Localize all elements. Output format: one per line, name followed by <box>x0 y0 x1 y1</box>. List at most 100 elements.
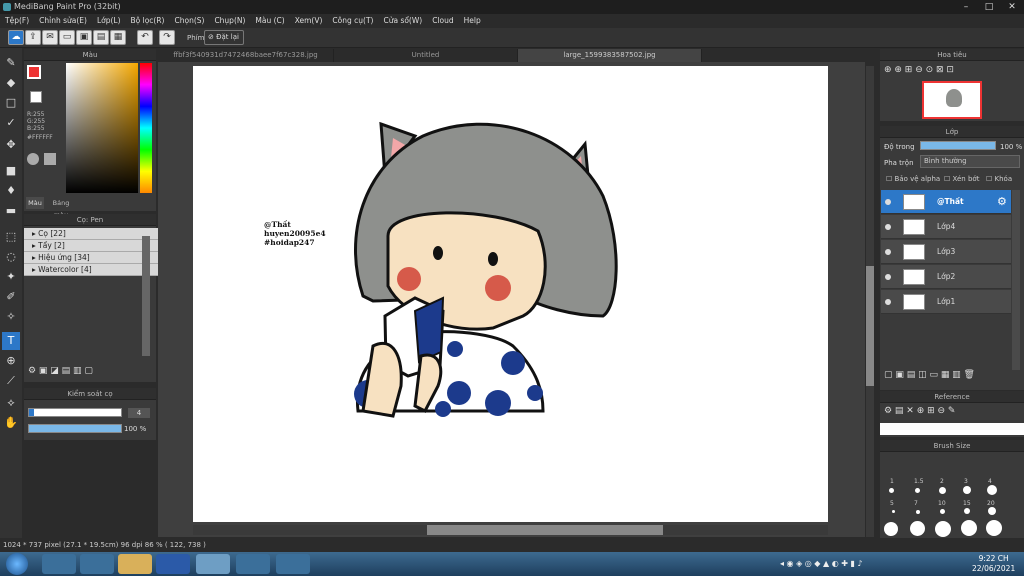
layer-row[interactable]: Lớp4 <box>881 215 1011 239</box>
menu-edit[interactable]: Chỉnh sửa(E) <box>34 14 92 28</box>
rgb-r: R:255 <box>27 111 45 118</box>
layer-row-selected[interactable]: @Thất ⚙ <box>881 190 1011 214</box>
primary-color-swatch[interactable] <box>27 65 41 79</box>
redo-icon[interactable]: ↷ <box>159 30 175 45</box>
visibility-icon[interactable] <box>885 249 891 255</box>
menu-cloud[interactable]: Cloud <box>427 14 458 28</box>
menu-capture[interactable]: Chụp(N) <box>209 14 250 28</box>
menu-help[interactable]: Help <box>459 14 486 28</box>
reset-button[interactable]: ⊘ Đặt lại <box>204 30 244 45</box>
gradient-tool-icon[interactable]: ▬ <box>2 202 20 220</box>
hand-tool-icon[interactable]: ✋ <box>2 414 20 432</box>
layer-opacity-slider[interactable] <box>920 141 996 150</box>
comment-icon[interactable]: ✉ <box>42 30 58 45</box>
taskbar-paint-icon[interactable] <box>236 554 270 574</box>
menu-color[interactable]: Màu (C) <box>250 14 289 28</box>
vertical-scrollbar[interactable] <box>866 66 874 537</box>
menu-select[interactable]: Chọn(S) <box>169 14 209 28</box>
taskbar-ie-icon[interactable] <box>42 554 76 574</box>
layer-row[interactable]: Lớp1 <box>881 290 1011 314</box>
menu-view[interactable]: Xem(V) <box>290 14 328 28</box>
taskbar-app-icon[interactable] <box>80 554 114 574</box>
select-eraser-icon[interactable]: ✧ <box>2 308 20 326</box>
brush-size-grid[interactable]: 1 1.5 2 3 4 5 7 10 15 20 <box>880 452 1024 538</box>
visibility-icon[interactable] <box>885 199 891 205</box>
horizontal-scrollbar[interactable] <box>193 525 828 535</box>
tab-document-2[interactable]: Untitled <box>334 49 518 62</box>
eyedropper-icon[interactable]: ⟡ <box>2 394 20 412</box>
tab-document-1[interactable]: ffbf3f540931d7472468baee7f67c328.jpg <box>158 49 334 62</box>
saturation-picker[interactable] <box>66 63 138 193</box>
select-pen-icon[interactable]: ✐ <box>2 288 20 306</box>
palette-icon[interactable] <box>27 153 39 165</box>
menu-tools[interactable]: Công cụ(T) <box>327 14 378 28</box>
fill-rect-icon[interactable]: ■ <box>2 162 20 180</box>
close-button[interactable]: ✕ <box>1001 0 1023 14</box>
clipping-checkbox[interactable]: ☐ Xén bớt <box>944 175 979 183</box>
text-tool-icon[interactable]: T <box>2 332 20 350</box>
color-panel-title: Màu <box>24 49 156 61</box>
menu-filter[interactable]: Bộ lọc(R) <box>126 14 170 28</box>
layer-tools-row[interactable]: ▢ ▣ ▤ ◫ ▭ ▦ ▥ 🗑 <box>884 370 975 380</box>
layer-row[interactable]: Lớp2 <box>881 265 1011 289</box>
pen-tool-icon[interactable]: ✎ <box>2 54 20 72</box>
move-tool-icon[interactable]: ✥ <box>2 136 20 154</box>
protect-alpha-checkbox[interactable]: ☐ Bảo vệ alpha <box>886 175 940 183</box>
reference-view[interactable] <box>880 423 1024 435</box>
bucket-tool-icon[interactable]: ♦ <box>2 182 20 200</box>
navigator-thumbnail[interactable] <box>922 81 982 119</box>
taskbar-folder-icon[interactable] <box>118 554 152 574</box>
menu-file[interactable]: Tệp(F) <box>0 14 34 28</box>
navigator-zoom-buttons[interactable]: ⊕ ⊕ ⊞ ⊖ ⊙ ⊠ ⊡ <box>884 65 954 75</box>
save-icon[interactable]: ▣ <box>76 30 92 45</box>
brush-opacity-slider[interactable] <box>28 424 122 433</box>
grid-icon[interactable]: ▦ <box>110 30 126 45</box>
taskbar-medibang-icon[interactable] <box>276 554 310 574</box>
visibility-icon[interactable] <box>885 224 891 230</box>
layer-row[interactable]: Lớp3 <box>881 240 1011 264</box>
reference-tools-row[interactable]: ⚙ ▤ ✕ ⊕ ⊞ ⊖ ✎ <box>884 406 955 416</box>
export-icon[interactable]: ⇪ <box>25 30 41 45</box>
menu-layer[interactable]: Lớp(L) <box>92 14 126 28</box>
taskbar-word-icon[interactable] <box>156 554 190 574</box>
eyedrop-color-icon[interactable] <box>44 153 56 165</box>
undo-icon[interactable]: ↶ <box>137 30 153 45</box>
start-button[interactable] <box>6 553 28 575</box>
layer-thumbnail <box>903 219 925 235</box>
dot-pen-icon[interactable]: ✓ <box>2 114 20 132</box>
brush-size-slider[interactable] <box>28 408 122 417</box>
drawing-canvas[interactable]: @Thất huyen20095e4 #hoidap247 <box>193 66 828 522</box>
settings-gear-icon[interactable]: ⚙ <box>997 195 1007 208</box>
select-tool-icon[interactable]: ⬚ <box>2 228 20 246</box>
tab-document-3[interactable]: large_1599383587502.jpg <box>518 49 702 62</box>
magic-wand-icon[interactable]: ✦ <box>2 268 20 286</box>
layer-scrollbar[interactable] <box>1012 190 1020 370</box>
blend-mode-select[interactable]: Bình thường <box>920 155 1020 168</box>
layer-name: Lớp2 <box>937 272 956 281</box>
tray-icons[interactable]: ◂ ◉ ◈ ◎ ◆ ▲ ◐ ✚ ▮ ♪ <box>780 559 863 568</box>
hue-slider[interactable] <box>140 63 152 193</box>
color-panel: Màu R:255 G:255 B:255 #FFFFFF Màu Bảng m… <box>24 49 156 219</box>
operation-tool-icon[interactable]: ⊕ <box>2 352 20 370</box>
brush-size-value[interactable]: 4 <box>128 408 150 418</box>
lock-checkbox[interactable]: ☐ Khóa <box>986 175 1012 183</box>
lasso-tool-icon[interactable]: ◌ <box>2 248 20 266</box>
visibility-icon[interactable] <box>885 299 891 305</box>
visibility-icon[interactable] <box>885 274 891 280</box>
chat-icon[interactable]: ▭ <box>59 30 75 45</box>
rectangle-tool-icon[interactable]: □ <box>2 94 20 112</box>
document-icon[interactable]: ▤ <box>93 30 109 45</box>
brush-tools-row[interactable]: ⚙ ▣ ◪ ▤ ▥ ▢ <box>28 366 93 376</box>
cloud-icon[interactable]: ☁ <box>8 30 24 45</box>
brush-scrollbar[interactable] <box>142 236 150 356</box>
taskbar-chrome-icon[interactable] <box>196 554 230 574</box>
menu-window[interactable]: Cửa sổ(W) <box>378 14 427 28</box>
eraser-tool-icon[interactable]: ◆ <box>2 74 20 92</box>
maximize-button[interactable]: □ <box>978 0 1000 14</box>
minimize-button[interactable]: – <box>955 0 977 14</box>
tab-color[interactable]: Màu <box>26 197 44 209</box>
divide-tool-icon[interactable]: ⟋ <box>2 372 20 390</box>
tab-palette[interactable]: Bảng màu <box>46 197 76 219</box>
snap-label: Phím <box>187 34 205 42</box>
secondary-color-swatch[interactable] <box>30 91 42 103</box>
